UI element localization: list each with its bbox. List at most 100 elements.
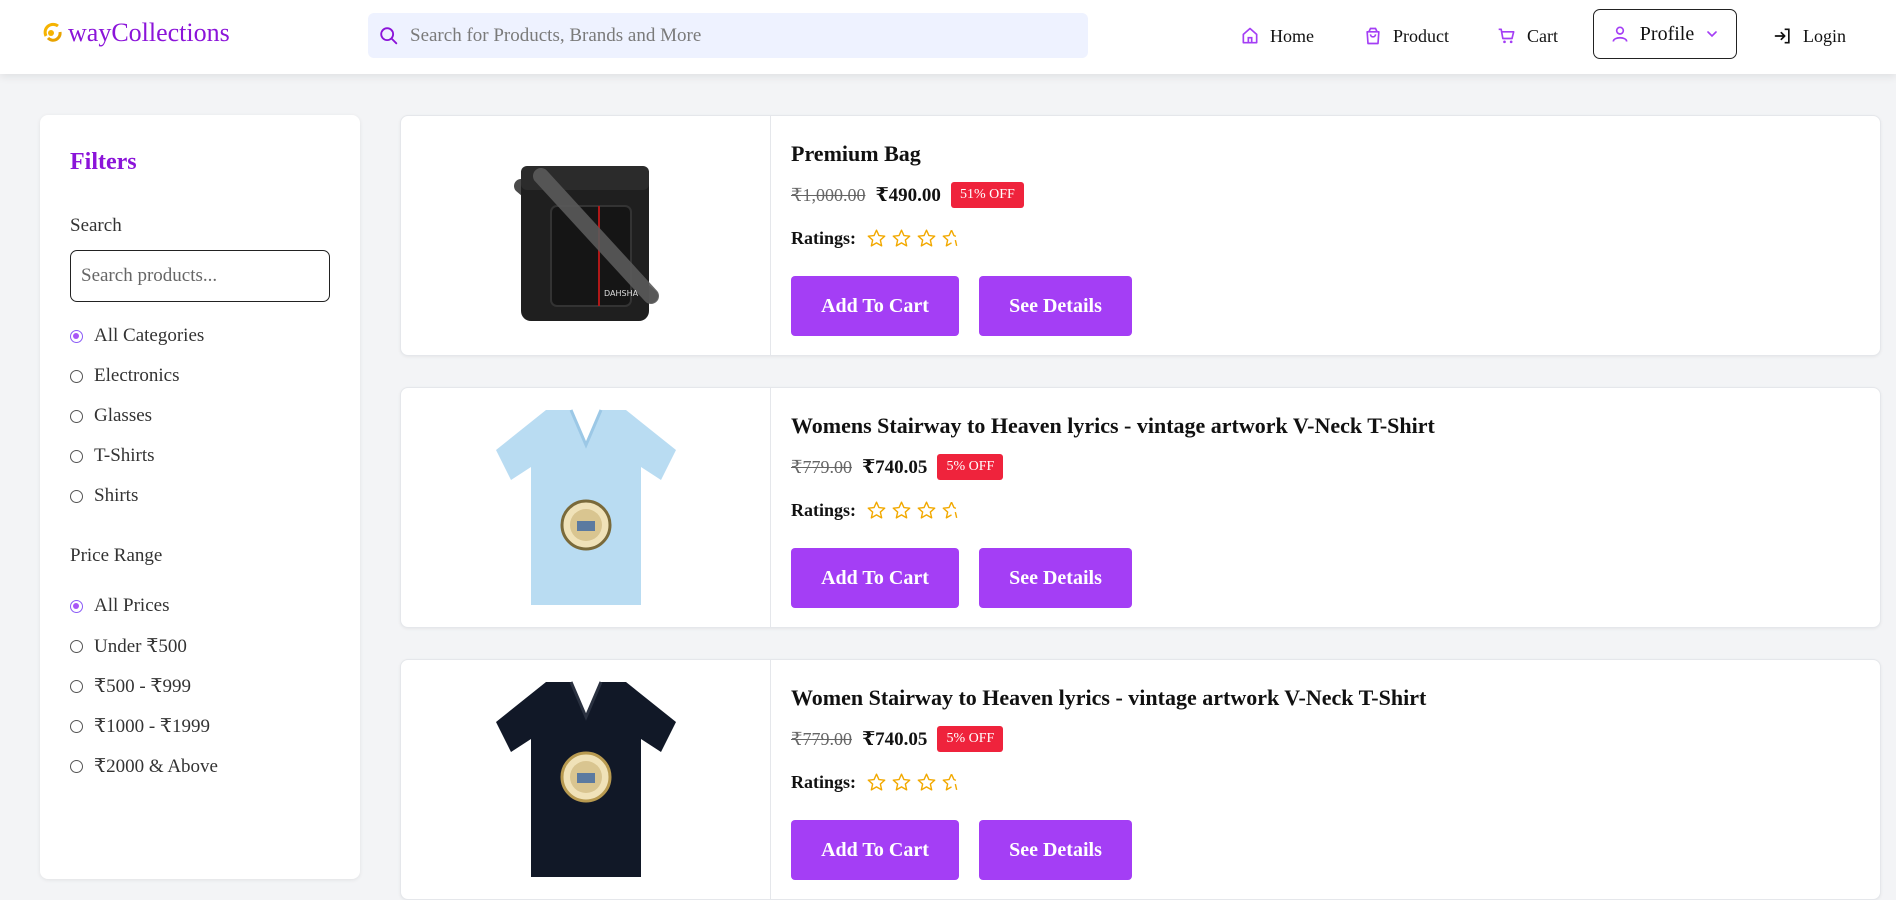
discount-badge: 5% OFF bbox=[937, 454, 1004, 480]
category-label: T-Shirts bbox=[94, 445, 155, 466]
profile-dropdown-button[interactable]: Profile bbox=[1593, 9, 1737, 59]
original-price: ₹779.00 bbox=[791, 728, 852, 749]
add-to-cart-button[interactable]: Add To Cart bbox=[791, 548, 959, 608]
nav-cart[interactable]: Cart bbox=[1497, 18, 1558, 54]
sale-price: ₹740.05 bbox=[861, 728, 928, 750]
nav-cart-label: Cart bbox=[1527, 25, 1558, 46]
tshirt-image bbox=[495, 681, 676, 877]
price-label: ₹500 - ₹999 bbox=[94, 676, 192, 697]
top-navbar: wayCollections Home Product Cart bbox=[0, 0, 1896, 74]
sale-price: ₹740.05 bbox=[861, 456, 928, 478]
star-icon bbox=[892, 773, 911, 791]
star-rating bbox=[866, 500, 962, 521]
main-search-input[interactable] bbox=[408, 23, 1072, 48]
nav-product[interactable]: Product bbox=[1363, 18, 1449, 54]
ratings-label: Ratings: bbox=[791, 772, 857, 792]
see-details-button[interactable]: See Details bbox=[979, 820, 1132, 880]
see-details-button[interactable]: See Details bbox=[979, 548, 1132, 608]
nav-home[interactable]: Home bbox=[1240, 18, 1314, 54]
star-rating bbox=[866, 772, 962, 793]
tshirt-image bbox=[495, 409, 676, 605]
ratings-row: Ratings: bbox=[791, 772, 962, 793]
star-icon bbox=[917, 773, 936, 791]
card-divider bbox=[770, 388, 771, 627]
price-option[interactable]: ₹1000 - ₹1999 bbox=[70, 715, 210, 738]
half-star-icon bbox=[942, 229, 958, 247]
logo-icon bbox=[43, 22, 62, 42]
ratings-row: Ratings: bbox=[791, 500, 962, 521]
radio-button[interactable] bbox=[70, 599, 83, 613]
brand-logo[interactable]: wayCollections bbox=[42, 18, 230, 48]
original-price: ₹1,000.00 bbox=[791, 184, 866, 205]
product-search-input[interactable] bbox=[70, 250, 330, 302]
price-row: ₹779.00 ₹740.05 5% OFF bbox=[791, 726, 1004, 752]
product-card: Women Stairway to Heaven lyrics - vintag… bbox=[400, 659, 1881, 900]
original-price: ₹779.00 bbox=[791, 456, 852, 477]
category-option[interactable]: All Categories bbox=[70, 325, 204, 347]
product-title[interactable]: Womens Stairway to Heaven lyrics - vinta… bbox=[791, 413, 1435, 439]
category-option[interactable]: Electronics bbox=[70, 365, 179, 387]
price-row: ₹779.00 ₹740.05 5% OFF bbox=[791, 454, 1004, 480]
star-icon bbox=[892, 229, 911, 247]
category-option[interactable]: Shirts bbox=[70, 485, 138, 507]
product-image[interactable] bbox=[401, 388, 770, 627]
star-icon bbox=[867, 773, 886, 791]
price-label: ₹1000 - ₹1999 bbox=[94, 716, 211, 737]
product-title[interactable]: Women Stairway to Heaven lyrics - vintag… bbox=[791, 685, 1426, 711]
half-star-icon bbox=[942, 773, 958, 791]
product-image[interactable] bbox=[401, 660, 770, 899]
filters-title: Filters bbox=[70, 149, 137, 175]
search-icon bbox=[380, 26, 398, 44]
star-icon bbox=[892, 501, 911, 519]
radio-button[interactable] bbox=[70, 680, 83, 693]
star-rating bbox=[866, 228, 962, 249]
ratings-label: Ratings: bbox=[791, 228, 857, 248]
radio-button[interactable] bbox=[70, 329, 83, 343]
price-option[interactable]: ₹500 - ₹999 bbox=[70, 675, 191, 698]
star-icon bbox=[867, 229, 886, 247]
price-option[interactable]: ₹2000 & Above bbox=[70, 755, 218, 778]
radio-button[interactable] bbox=[70, 369, 83, 383]
category-option[interactable]: T-Shirts bbox=[70, 445, 155, 467]
star-icon bbox=[917, 229, 936, 247]
radio-button[interactable] bbox=[70, 720, 83, 733]
add-to-cart-button[interactable]: Add To Cart bbox=[791, 276, 959, 336]
search-label: Search bbox=[70, 215, 122, 236]
product-image[interactable]: DAHSHA bbox=[401, 116, 770, 355]
price-label: Under ₹500 bbox=[94, 636, 187, 657]
category-label: All Categories bbox=[94, 325, 205, 346]
radio-button[interactable] bbox=[70, 640, 83, 653]
nav-home-label: Home bbox=[1270, 25, 1314, 46]
card-divider bbox=[770, 116, 771, 355]
home-icon bbox=[1242, 27, 1258, 44]
add-to-cart-button[interactable]: Add To Cart bbox=[791, 820, 959, 880]
main-search-bar[interactable] bbox=[368, 13, 1088, 58]
price-label: All Prices bbox=[94, 595, 170, 616]
discount-badge: 51% OFF bbox=[950, 182, 1024, 208]
filters-sidebar: Filters Search All Categories Electronic… bbox=[40, 115, 360, 879]
category-option[interactable]: Glasses bbox=[70, 405, 152, 427]
bag-image: DAHSHA bbox=[513, 165, 659, 321]
discount-badge: 5% OFF bbox=[937, 726, 1004, 752]
radio-button[interactable] bbox=[70, 409, 83, 423]
radio-button[interactable] bbox=[70, 449, 83, 463]
product-title[interactable]: Premium Bag bbox=[791, 141, 921, 167]
user-icon bbox=[1612, 26, 1628, 42]
ratings-row: Ratings: bbox=[791, 228, 962, 249]
price-label: ₹2000 & Above bbox=[94, 756, 218, 777]
price-option[interactable]: All Prices bbox=[70, 595, 169, 617]
profile-label: Profile bbox=[1639, 22, 1695, 45]
ratings-label: Ratings: bbox=[791, 500, 857, 520]
price-row: ₹1,000.00 ₹490.00 51% OFF bbox=[791, 182, 1024, 208]
nav-login[interactable]: Login bbox=[1773, 18, 1846, 54]
nav-product-label: Product bbox=[1393, 25, 1449, 46]
star-icon bbox=[917, 501, 936, 519]
see-details-button[interactable]: See Details bbox=[979, 276, 1132, 336]
radio-button[interactable] bbox=[70, 760, 83, 773]
radio-button[interactable] bbox=[70, 489, 83, 503]
half-star-icon bbox=[942, 501, 958, 519]
product-card: Womens Stairway to Heaven lyrics - vinta… bbox=[400, 387, 1881, 628]
chevron-down-icon bbox=[1707, 31, 1718, 38]
price-option[interactable]: Under ₹500 bbox=[70, 635, 187, 658]
login-icon bbox=[1774, 28, 1790, 44]
